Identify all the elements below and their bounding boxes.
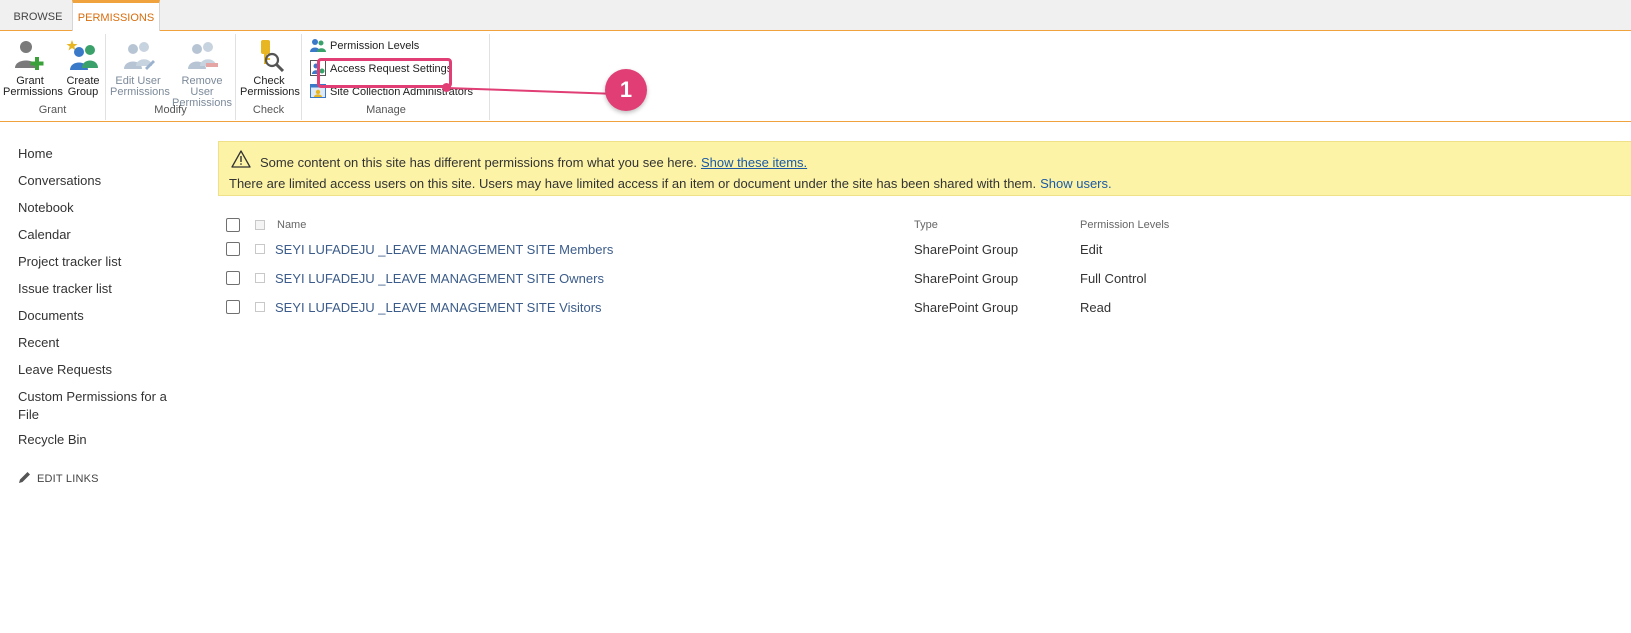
remove-user-permissions-label-1: Remove User [181, 75, 223, 98]
table-row[interactable]: SEYI LUFADEJU _LEAVE MANAGEMENT SITE Mem… [226, 238, 1226, 267]
nav-item-home[interactable]: Home [18, 145, 188, 172]
edit-user-permissions-label-2: Permissions [110, 86, 170, 98]
group-label-grant: Grant [38, 104, 67, 116]
grant-permissions-button[interactable]: Grant Permissions [3, 34, 63, 98]
tab-permissions[interactable]: PERMISSIONS [72, 0, 160, 32]
group-permission-level: Read [1080, 300, 1112, 315]
callout-highlight-box [317, 58, 452, 88]
create-group-button[interactable]: Create Group [62, 34, 104, 98]
nav-item-custom-permissions[interactable]: Custom Permissions for a File [18, 388, 188, 431]
nav-item-recent[interactable]: Recent [18, 334, 188, 361]
row-checkbox[interactable] [226, 242, 240, 256]
nav-item-notebook[interactable]: Notebook [18, 199, 188, 226]
nav-item-documents[interactable]: Documents [18, 307, 188, 334]
ribbon-group-grant: Grant Permissions Create Group Grant [0, 34, 106, 120]
group-permission-level: Full Control [1080, 271, 1147, 286]
callout-number-badge: 1 [605, 69, 647, 111]
ribbon-group-modify: Edit User Permissions Remove User Permis… [106, 34, 236, 120]
group-name-link[interactable]: SEYI LUFADEJU _LEAVE MANAGEMENT SITE Own… [275, 271, 604, 286]
column-header-name[interactable]: Name [277, 219, 306, 231]
pencil-icon [19, 472, 30, 483]
create-group-label-2: Group [67, 86, 99, 98]
tab-browse[interactable]: BROWSE [8, 0, 68, 31]
group-type: SharePoint Group [914, 242, 1019, 257]
permissions-table: Name Type Permission Levels SEYI LUFADEJ… [226, 214, 1226, 325]
banner-line-2-text: There are limited access users on this s… [229, 176, 1037, 191]
warning-icon [231, 150, 251, 168]
row-checkbox[interactable] [226, 300, 240, 314]
banner-line-1-text: Some content on this site has different … [260, 155, 697, 170]
edit-user-permissions-icon [124, 42, 155, 70]
group-name-link[interactable]: SEYI LUFADEJU _LEAVE MANAGEMENT SITE Mem… [275, 242, 613, 257]
row-item-checkbox[interactable] [255, 244, 265, 254]
column-header-type[interactable]: Type [914, 219, 938, 231]
column-header-permission-levels[interactable]: Permission Levels [1080, 219, 1169, 231]
edit-links-label: EDIT LINKS [37, 473, 99, 485]
row-checkbox[interactable] [226, 271, 240, 285]
ribbon-tab-bar: BROWSE PERMISSIONS [0, 0, 1631, 32]
group-label-modify: Modify [154, 104, 187, 116]
ribbon-group-check: Check Permissions Check [236, 34, 302, 120]
nav-item-calendar[interactable]: Calendar [18, 226, 188, 253]
check-permissions-icon [261, 40, 285, 72]
grant-permissions-icon [15, 41, 44, 70]
edit-user-permissions-button[interactable]: Edit User Permissions [110, 34, 170, 98]
permission-levels-button[interactable]: Permission Levels [310, 36, 419, 56]
show-users-link[interactable]: Show users. [1040, 176, 1112, 191]
group-type: SharePoint Group [914, 300, 1019, 315]
callout-connector-dot [442, 83, 451, 92]
nav-item-issue-tracker-list[interactable]: Issue tracker list [18, 280, 188, 307]
check-permissions-button[interactable]: Check Permissions [240, 34, 300, 98]
create-group-icon [66, 40, 98, 70]
ribbon: Grant Permissions Create Group Grant Edi… [0, 31, 1631, 122]
remove-user-permissions-icon [188, 42, 218, 69]
remove-user-permissions-button[interactable]: Remove User Permissions [170, 34, 234, 109]
nav-item-project-tracker-list[interactable]: Project tracker list [18, 253, 188, 280]
left-navigation: Home Conversations Notebook Calendar Pro… [18, 145, 188, 485]
warning-banner: Some content on this site has different … [218, 141, 1631, 196]
group-label-manage: Manage [366, 104, 406, 116]
permission-levels-label: Permission Levels [330, 40, 420, 52]
grant-permissions-label-2: Permissions [3, 86, 63, 98]
table-row[interactable]: SEYI LUFADEJU _LEAVE MANAGEMENT SITE Own… [226, 267, 1226, 296]
row-item-checkbox[interactable] [255, 302, 265, 312]
check-permissions-label-2: Permissions [240, 86, 300, 98]
row-item-checkbox[interactable] [255, 273, 265, 283]
nav-item-leave-requests[interactable]: Leave Requests [18, 361, 188, 388]
banner-line-2: There are limited access users on this s… [229, 176, 1112, 191]
nav-item-conversations[interactable]: Conversations [18, 172, 188, 199]
group-type: SharePoint Group [914, 271, 1019, 286]
table-row[interactable]: SEYI LUFADEJU _LEAVE MANAGEMENT SITE Vis… [226, 296, 1226, 325]
group-permission-level: Edit [1080, 242, 1103, 257]
permission-levels-icon [310, 39, 326, 52]
group-name-link[interactable]: SEYI LUFADEJU _LEAVE MANAGEMENT SITE Vis… [275, 300, 602, 315]
table-header: Name Type Permission Levels [226, 214, 1226, 238]
show-these-items-link[interactable]: Show these items. [701, 155, 807, 170]
nav-item-recycle-bin[interactable]: Recycle Bin [18, 431, 188, 458]
select-all-checkbox[interactable] [226, 218, 240, 232]
banner-line-1: Some content on this site has different … [260, 155, 807, 170]
header-item-checkbox[interactable] [255, 220, 265, 230]
group-label-check: Check [252, 104, 285, 116]
edit-links-button[interactable]: EDIT LINKS [18, 470, 188, 485]
